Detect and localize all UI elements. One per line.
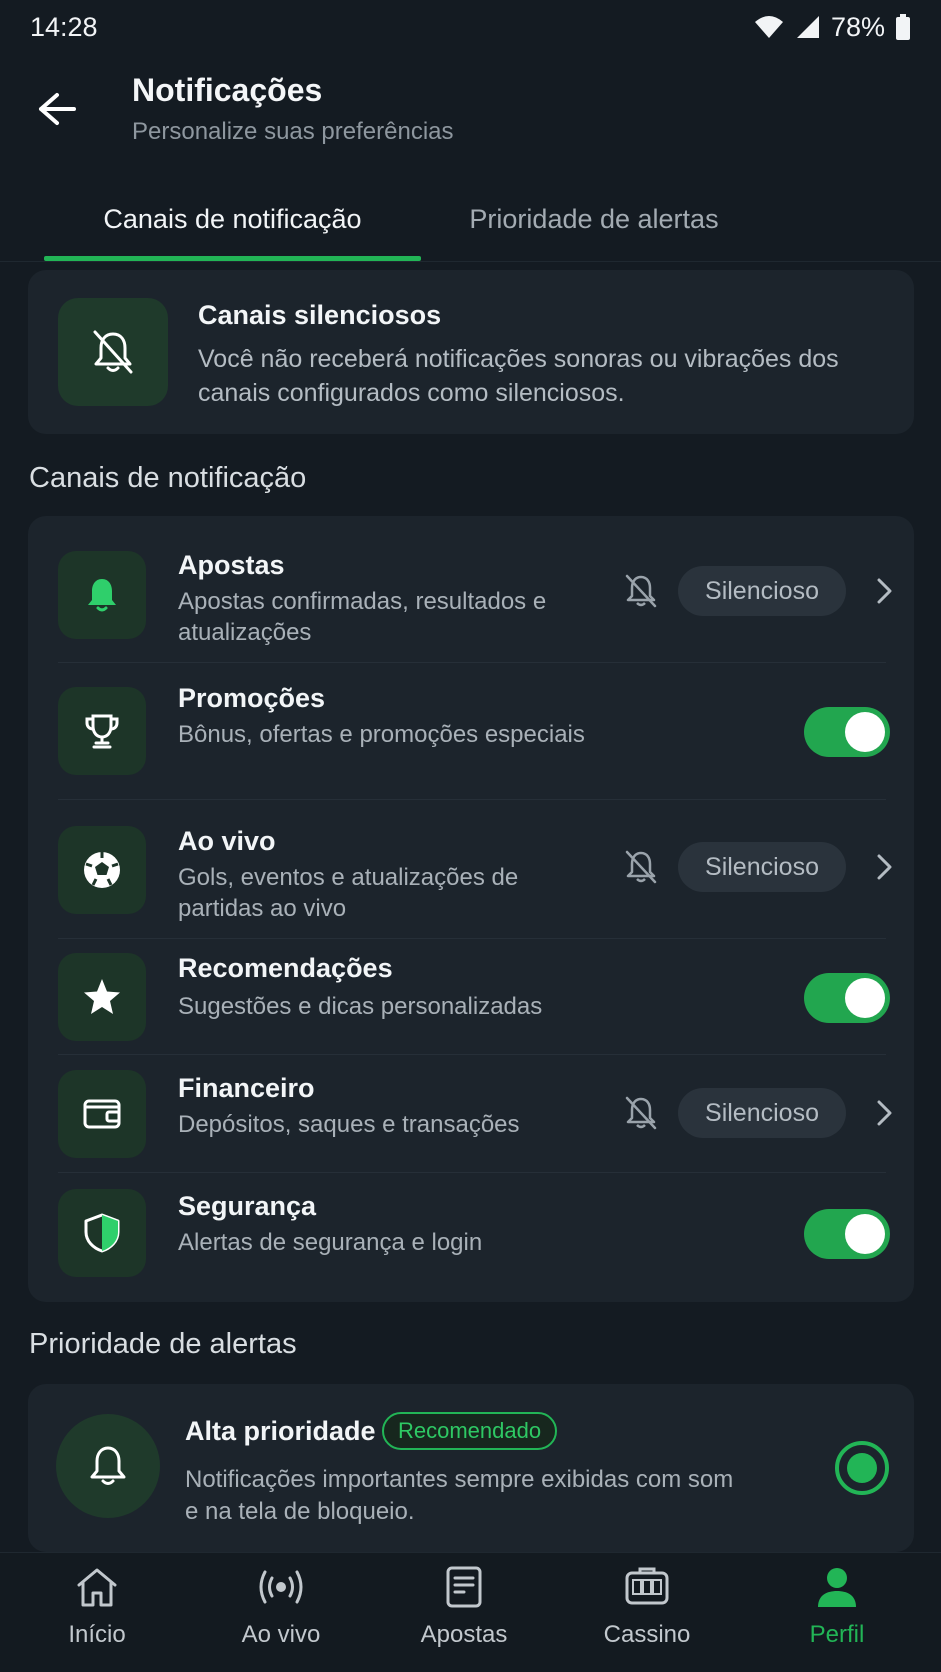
signal-icon <box>796 16 819 38</box>
tab-bar: Canais de notificação Prioridade de aler… <box>0 186 941 262</box>
star-icon <box>58 953 146 1041</box>
bell-off-icon <box>625 1096 657 1130</box>
silent-mode-pill[interactable]: Silencioso <box>678 566 846 616</box>
page-title: Notificações <box>132 72 323 108</box>
channel-item-financeiro[interactable]: Financeiro Depósitos, saques e transaçõe… <box>28 1055 914 1172</box>
nav-item-apostas[interactable]: Apostas <box>394 1565 534 1649</box>
channels-section-title: Canais de notificação <box>29 462 307 494</box>
channel-description: Bônus, ofertas e promoções especiais <box>178 721 585 748</box>
priority-description: Notificações importantes sempre exibidas… <box>185 1466 734 1525</box>
status-icons: 78% <box>753 12 911 43</box>
tab-notification-channels[interactable]: Canais de notificação <box>44 204 421 235</box>
shield-icon <box>58 1189 146 1277</box>
chevron-right-icon[interactable] <box>872 1098 896 1128</box>
active-tab-indicator <box>44 256 421 261</box>
page-subtitle: Personalize suas preferências <box>132 118 454 145</box>
user-icon <box>818 1568 856 1607</box>
channel-description: Gols, eventos e atualizações de partidas… <box>178 864 519 922</box>
bell-off-icon <box>625 850 657 884</box>
recommended-badge: Recomendado <box>382 1412 558 1450</box>
app-header: Notificações Personalize suas preferênci… <box>0 64 941 154</box>
wifi-icon <box>754 16 783 38</box>
radio-selected-dot <box>847 1453 877 1483</box>
bet-slip-icon <box>446 1566 482 1608</box>
bell-off-icon <box>625 574 657 608</box>
trophy-icon <box>58 687 146 775</box>
channel-title: Financeiro <box>178 1073 315 1103</box>
channel-description: Sugestões e dicas personalizadas <box>178 993 543 1020</box>
bell-icon <box>56 1414 160 1518</box>
nav-item-inicio[interactable]: Início <box>27 1565 167 1649</box>
toggle-knob <box>845 978 885 1018</box>
priority-title: Alta prioridade <box>185 1416 376 1446</box>
priority-option-high[interactable]: Alta prioridade Recomendado Notificações… <box>28 1384 914 1552</box>
channel-title: Recomendações <box>178 953 393 983</box>
tab-alert-priority[interactable]: Prioridade de alertas <box>434 204 754 235</box>
battery-icon <box>896 14 910 40</box>
silent-card-title: Canais silenciosos <box>198 300 442 330</box>
wallet-icon <box>58 1070 146 1158</box>
arrow-left-icon <box>39 93 76 125</box>
seguranca-toggle[interactable] <box>804 1209 890 1259</box>
battery-level: 78% <box>830 11 885 42</box>
nav-label: Perfil <box>809 1621 865 1648</box>
promocoes-toggle[interactable] <box>804 707 890 757</box>
channel-item-recomendacoes: Recomendações Sugestões e dicas personal… <box>28 939 914 1054</box>
toggle-knob <box>845 712 885 752</box>
home-icon <box>77 1568 117 1607</box>
channel-item-apostas[interactable]: Apostas Apostas confirmadas, resultados … <box>28 516 914 662</box>
nav-item-perfil[interactable]: Perfil <box>767 1565 907 1649</box>
chevron-right-icon[interactable] <box>872 576 896 606</box>
chevron-right-icon[interactable] <box>872 852 896 882</box>
slot-machine-icon <box>625 1567 669 1605</box>
channel-item-ao-vivo[interactable]: Ao vivo Gols, eventos e atualizações de … <box>28 800 914 938</box>
channel-item-promocoes: Promoções Bônus, ofertas e promoções esp… <box>28 663 914 799</box>
bell-off-icon <box>58 298 168 406</box>
toggle-knob <box>845 1214 885 1254</box>
nav-label: Cassino <box>603 1621 691 1648</box>
nav-item-cassino[interactable]: Cassino <box>577 1565 717 1649</box>
recomendacoes-toggle[interactable] <box>804 973 890 1023</box>
status-bar: 14:28 78% <box>0 0 941 54</box>
channel-title: Promoções <box>178 683 326 713</box>
channel-description: Alertas de segurança e login <box>178 1229 483 1256</box>
silent-card-description: Você não receberá notificações sonoras o… <box>198 345 839 407</box>
priority-radio[interactable] <box>835 1441 889 1495</box>
nav-item-ao-vivo[interactable]: Ao vivo <box>211 1565 351 1649</box>
nav-label: Apostas <box>420 1621 508 1648</box>
soccer-ball-icon <box>58 826 146 914</box>
back-button[interactable] <box>30 82 84 136</box>
silent-mode-pill[interactable]: Silencioso <box>678 1088 846 1138</box>
channel-title: Ao vivo <box>178 826 276 856</box>
channel-item-seguranca: Segurança Alertas de segurança e login <box>28 1173 914 1302</box>
nav-label: Início <box>68 1621 126 1648</box>
priority-section-title: Prioridade de alertas <box>29 1328 297 1360</box>
status-time: 14:28 <box>30 11 98 42</box>
channel-description: Depósitos, saques e transações <box>178 1111 520 1138</box>
silent-mode-pill[interactable]: Silencioso <box>678 842 846 892</box>
channel-description: Apostas confirmadas, resultados e atuali… <box>178 588 547 646</box>
bell-icon <box>58 551 146 639</box>
bottom-navigation: Início Ao vivo Apostas Cassino Perfil <box>0 1552 941 1672</box>
nav-label: Ao vivo <box>241 1621 321 1648</box>
broadcast-icon <box>259 1570 303 1604</box>
channels-list: Apostas Apostas confirmadas, resultados … <box>28 516 914 1302</box>
channel-title: Segurança <box>178 1191 317 1221</box>
channel-title: Apostas <box>178 550 285 580</box>
silent-channels-card: Canais silenciosos Você não receberá not… <box>28 270 914 434</box>
